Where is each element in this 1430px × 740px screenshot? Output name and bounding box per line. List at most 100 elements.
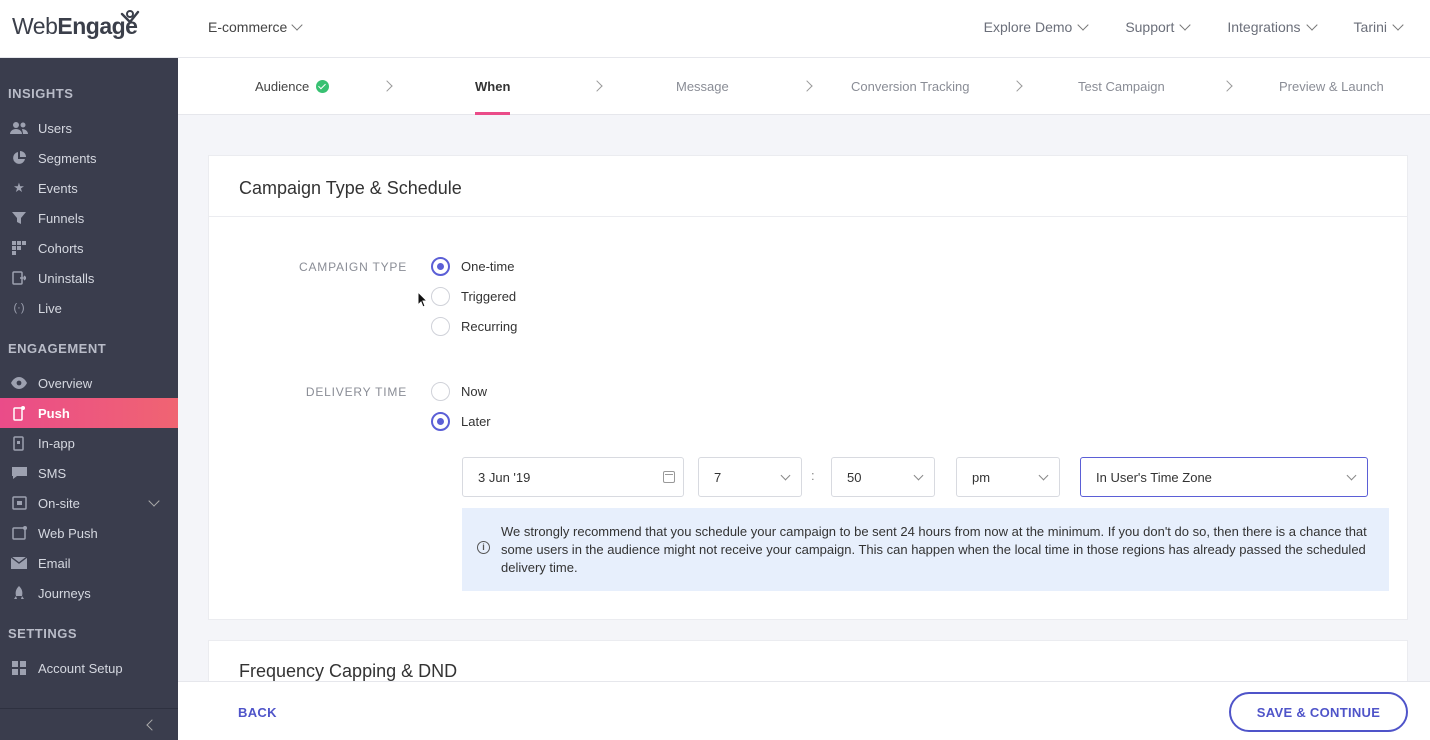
sidebar-item-sms[interactable]: SMS — [0, 458, 178, 488]
chevron-left-icon[interactable] — [146, 719, 158, 731]
chevron-right-icon — [1011, 80, 1023, 92]
minute-value: 50 — [847, 469, 862, 485]
minute-select[interactable]: 50 — [831, 457, 935, 497]
sidebar-item-label: Funnels — [38, 210, 85, 226]
ampm-select[interactable]: pm — [956, 457, 1060, 497]
radio-label: Triggered — [461, 289, 517, 304]
webpush-icon — [8, 525, 30, 541]
onsite-icon — [8, 495, 30, 511]
step-label: When — [475, 79, 511, 94]
radio-recurring[interactable]: Recurring — [431, 317, 517, 336]
sidebar-item-label: Segments — [38, 150, 97, 166]
sidebar-item-uninstalls[interactable]: Uninstalls — [0, 263, 178, 293]
timezone-select[interactable]: In User's Time Zone — [1080, 457, 1368, 497]
sidebar-item-push[interactable]: Push — [0, 398, 178, 428]
pie-icon — [8, 150, 30, 166]
radio-label: Recurring — [461, 319, 518, 334]
sidebar-item-live[interactable]: (·) Live — [0, 293, 178, 323]
ampm-value: pm — [972, 469, 991, 485]
radio-triggered[interactable]: Triggered — [431, 287, 516, 306]
sidebar-item-account-setup[interactable]: Account Setup — [0, 653, 178, 683]
sidebar-item-overview[interactable]: Overview — [0, 368, 178, 398]
project-name: E-commerce — [208, 19, 288, 35]
sidebar-item-label: Cohorts — [38, 240, 84, 256]
date-value: 3 Jun '19 — [478, 469, 531, 485]
sidebar-item-label: On-site — [38, 495, 80, 511]
step-label: Test Campaign — [1078, 79, 1165, 94]
sidebar-item-label: Overview — [38, 375, 93, 391]
back-button[interactable]: BACK — [238, 705, 277, 720]
delivery-time-label: DELIVERY TIME — [305, 385, 407, 399]
radio-now[interactable]: Now — [431, 382, 487, 401]
nav-support[interactable]: Support — [1125, 19, 1192, 35]
chevron-down-icon — [780, 470, 791, 481]
sidebar-section-insights: INSIGHTS — [8, 86, 74, 101]
logo-text-web: Web — [12, 12, 58, 39]
sidebar-item-segments[interactable]: Segments — [0, 143, 178, 173]
step-audience[interactable]: Audience — [255, 58, 330, 115]
chevron-down-icon — [1038, 470, 1049, 481]
chevron-down-icon[interactable] — [148, 495, 160, 507]
grid-icon — [8, 240, 30, 256]
rocket-icon — [8, 585, 30, 601]
sidebar-item-in-app[interactable]: In-app — [0, 428, 178, 458]
card-title: Frequency Capping & DND — [239, 661, 458, 681]
radio-label: Later — [461, 414, 491, 429]
broadcast-icon: (·) — [13, 302, 25, 314]
users-icon — [8, 120, 30, 136]
step-label: Audience — [255, 79, 310, 94]
chevron-right-icon — [801, 80, 813, 92]
sidebar-item-web-push[interactable]: Web Push — [0, 518, 178, 548]
sidebar-item-label: Push — [38, 405, 70, 421]
save-continue-button[interactable]: SAVE & CONTINUE — [1229, 692, 1408, 732]
sidebar-item-funnels[interactable]: Funnels — [0, 203, 178, 233]
nav-user-menu[interactable]: Tarini — [1354, 19, 1404, 35]
campaign-steps: Audience When Message Conversion Trackin… — [178, 58, 1430, 115]
sidebar-item-users[interactable]: Users — [0, 113, 178, 143]
mobile-icon — [8, 405, 30, 421]
sidebar-item-label: Users — [38, 120, 72, 136]
chevron-down-icon — [1077, 19, 1089, 31]
mouse-cursor-icon — [417, 291, 429, 308]
footer-bar: BACK SAVE & CONTINUE — [178, 681, 1430, 740]
project-switcher[interactable]: E-commerce — [208, 19, 304, 35]
sidebar-item-on-site[interactable]: On-site — [0, 488, 178, 518]
inapp-icon — [8, 435, 30, 451]
step-conversion-tracking[interactable]: Conversion Tracking — [851, 58, 970, 115]
info-icon: i — [477, 541, 490, 554]
radio-unselected-icon — [431, 287, 450, 306]
step-label: Message — [676, 79, 729, 94]
step-message[interactable]: Message — [676, 58, 729, 115]
sidebar-item-label: Email — [38, 555, 71, 571]
webengage-logo[interactable]: WebEngage — [12, 10, 140, 42]
sidebar-section-settings: SETTINGS — [8, 626, 78, 641]
date-picker[interactable]: 3 Jun '19 — [462, 457, 684, 497]
radio-later[interactable]: Later — [431, 412, 491, 431]
step-when[interactable]: When — [475, 58, 511, 115]
top-bar: WebEngage E-commerce Explore Demo Suppor… — [0, 0, 1430, 58]
step-test-campaign[interactable]: Test Campaign — [1078, 58, 1165, 115]
funnel-icon — [8, 210, 30, 226]
sidebar-item-cohorts[interactable]: Cohorts — [0, 233, 178, 263]
grid-plus-icon — [8, 660, 30, 676]
sidebar-item-email[interactable]: Email — [0, 548, 178, 578]
hour-select[interactable]: 7 — [698, 457, 802, 497]
step-preview-launch[interactable]: Preview & Launch — [1279, 58, 1384, 115]
nav-explore-demo[interactable]: Explore Demo — [984, 19, 1089, 35]
time-separator: : — [811, 468, 815, 483]
hour-value: 7 — [714, 469, 722, 485]
nav-label: Integrations — [1227, 19, 1301, 35]
chevron-down-icon — [1346, 470, 1357, 481]
mail-icon — [8, 555, 30, 571]
check-circle-icon — [316, 80, 330, 93]
divider — [209, 216, 1407, 217]
sidebar-item-journeys[interactable]: Journeys — [0, 578, 178, 608]
timezone-value: In User's Time Zone — [1096, 469, 1212, 485]
radio-selected-icon — [431, 257, 450, 276]
schedule-info-banner: i We strongly recommend that you schedul… — [462, 508, 1389, 591]
nav-integrations[interactable]: Integrations — [1227, 19, 1318, 35]
sidebar-item-events[interactable]: ★ Events — [0, 173, 178, 203]
radio-one-time[interactable]: One-time — [431, 257, 514, 276]
chevron-down-icon — [291, 19, 304, 31]
sidebar-item-label: Account Setup — [38, 660, 123, 676]
